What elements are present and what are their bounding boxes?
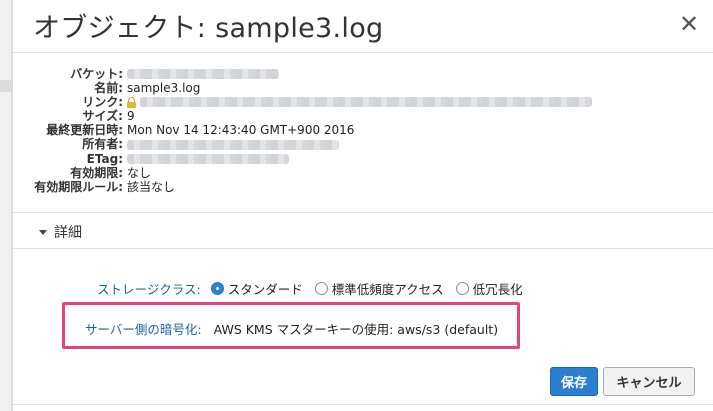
property-label: ETag: — [86, 151, 123, 166]
storage-option-label: 標準低頻度アクセス — [331, 282, 444, 297]
object-properties: バケット: 名前: sample3.log リンク: サイズ: 9 最終更新日時… — [33, 67, 592, 194]
radio-unselected-icon[interactable] — [455, 282, 469, 295]
property-label: サイズ: — [82, 109, 123, 124]
cancel-button[interactable]: キャンセル — [603, 367, 695, 396]
property-etag: ETag: — [33, 152, 592, 166]
radio-selected-icon[interactable] — [210, 282, 224, 295]
property-size: サイズ: 9 — [33, 109, 592, 123]
encryption-value: AWS KMS マスターキーの使用: aws/s3 (default) — [213, 322, 499, 337]
property-value: 9 — [127, 109, 135, 124]
background-page-highlight — [0, 80, 12, 92]
redacted-owner — [127, 139, 339, 150]
storage-option-label: 低冗長化 — [472, 282, 523, 297]
property-link: リンク: — [33, 95, 592, 109]
close-icon[interactable]: ✕ — [679, 10, 699, 38]
details-divider-top — [13, 212, 713, 213]
property-value — [127, 137, 339, 151]
property-label: 最終更新日時: — [46, 123, 123, 138]
property-bucket: バケット: — [33, 67, 592, 81]
storage-option-label: スタンダード — [227, 282, 303, 297]
background-page — [0, 0, 12, 411]
redacted-link-url[interactable] — [140, 97, 592, 108]
property-value: Mon Nov 14 12:43:40 GMT+900 2016 — [127, 123, 355, 138]
storage-option-standard[interactable]: スタンダード — [210, 279, 303, 298]
property-label: 有効期限ルール: — [34, 179, 123, 194]
save-button[interactable]: 保存 — [550, 367, 598, 396]
property-expiration: 有効期限: なし — [33, 166, 592, 180]
property-value — [127, 152, 289, 166]
property-expiration-rule: 有効期限ルール: 該当なし — [33, 180, 592, 194]
storage-option-reduced-redundancy[interactable]: 低冗長化 — [455, 279, 523, 298]
details-label: 詳細 — [54, 225, 82, 241]
property-value[interactable] — [127, 95, 592, 109]
property-last-modified: 最終更新日時: Mon Nov 14 12:43:40 GMT+900 2016 — [33, 123, 592, 137]
property-name: 名前: sample3.log — [33, 81, 592, 95]
encryption-label: サーバー側の暗号化: — [85, 322, 202, 337]
storage-option-standard-ia[interactable]: 標準低頻度アクセス — [314, 279, 444, 298]
property-value: 該当なし — [127, 179, 176, 194]
property-value: sample3.log — [127, 81, 201, 96]
details-divider-bottom — [13, 248, 713, 249]
server-side-encryption: サーバー側の暗号化: AWS KMS マスターキーの使用: aws/s3 (de… — [85, 319, 498, 338]
property-owner: 所有者: — [33, 137, 592, 151]
footer-divider — [13, 404, 713, 405]
property-label: 有効期限: — [70, 165, 123, 180]
object-properties-dialog: オブジェクト: sample3.log ✕ バケット: 名前: sample3.… — [12, 0, 713, 411]
property-label: 名前: — [94, 81, 123, 96]
header-divider — [13, 52, 713, 53]
caret-down-icon — [39, 229, 47, 235]
redacted-etag — [127, 153, 289, 164]
lock-icon — [127, 96, 136, 108]
property-label: バケット: — [70, 67, 123, 81]
property-label: 所有者: — [82, 137, 123, 152]
property-value — [127, 67, 279, 81]
property-label: リンク: — [82, 95, 123, 110]
storage-class-group: ストレージクラス: スタンダード 標準低頻度アクセス 低冗長化 — [97, 279, 535, 298]
radio-unselected-icon[interactable] — [314, 282, 328, 295]
dialog-title: オブジェクト: sample3.log — [33, 13, 384, 44]
details-toggle[interactable]: 詳細 — [39, 222, 82, 242]
redacted-bucket-name — [127, 69, 279, 80]
property-value: なし — [127, 165, 152, 180]
storage-class-label: ストレージクラス: — [97, 282, 201, 297]
